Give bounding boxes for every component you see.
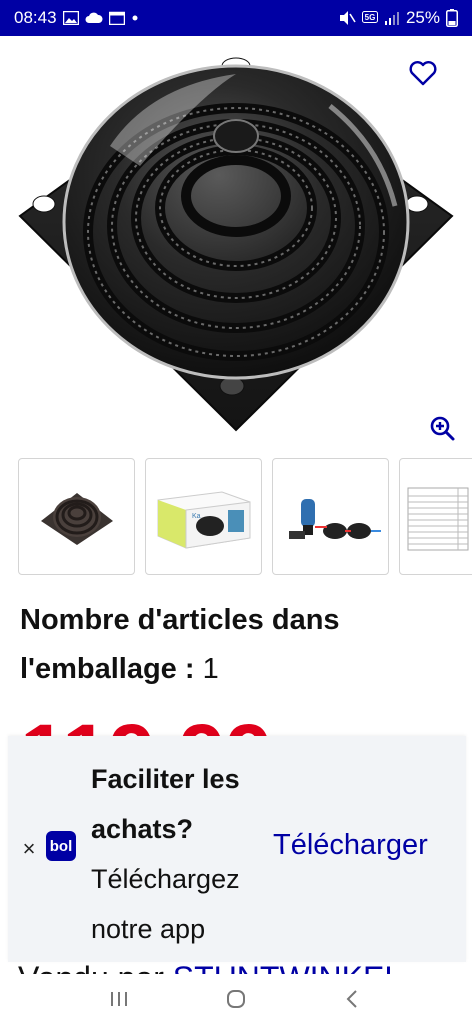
back-button[interactable]: [333, 979, 373, 1019]
price: 119,99: [20, 712, 272, 738]
banner-subtitle: Téléchargez notre app: [91, 864, 240, 944]
attribute-value: 1: [202, 653, 219, 685]
mute-icon: [338, 10, 356, 26]
banner-title: Faciliter les achats?: [91, 764, 240, 844]
thumbnail-4[interactable]: [399, 458, 472, 575]
thumbnail-1[interactable]: [18, 458, 135, 575]
system-nav-bar: [0, 974, 472, 1024]
attribute-label: Nombre d'articles dans l'emballage :: [20, 604, 340, 685]
zoom-in-icon: [430, 416, 455, 441]
network-5g-icon: 5G: [361, 11, 378, 25]
bol-logo: bol: [46, 831, 76, 861]
battery-level: 25%: [405, 8, 440, 27]
thumbnail-image: Ka: [157, 490, 250, 549]
app-download-banner: × bol Faciliter les achats? Téléchargez …: [8, 736, 466, 962]
recent-apps-icon: [110, 992, 127, 1006]
home-icon: [226, 990, 245, 1008]
back-icon: [346, 990, 358, 1008]
banner-text: Faciliter les achats? Téléchargez notre …: [91, 754, 281, 954]
thumbnail-image: [288, 498, 381, 539]
seller-prefix: Vendu par: [18, 962, 173, 974]
cloud-icon: [85, 12, 103, 24]
svg-text:Ka: Ka: [192, 513, 201, 520]
recent-apps-button[interactable]: [99, 979, 139, 1019]
svg-text:5G: 5G: [365, 13, 376, 22]
status-bar: 08:43 5G 25%: [0, 0, 472, 36]
battery-icon: [446, 9, 458, 27]
seller-line: Vendu par STUNTWINKEL: [18, 962, 402, 974]
heart-outline-icon: [409, 61, 437, 86]
gallery-icon: [62, 11, 79, 25]
thumbnail-2[interactable]: Ka: [145, 458, 262, 575]
zoom-button[interactable]: [428, 414, 456, 442]
clock: 08:43: [14, 8, 57, 27]
thumbnail-3[interactable]: [272, 458, 389, 575]
solar-heater-image: [18, 57, 454, 432]
favorite-button[interactable]: [408, 58, 438, 88]
seller-link[interactable]: STUNTWINKEL: [173, 962, 402, 974]
notification-dot-icon: [131, 14, 139, 22]
home-button[interactable]: [216, 979, 256, 1019]
product-image[interactable]: [0, 36, 472, 446]
calendar-icon: [108, 11, 125, 25]
signal-icon: [384, 11, 400, 25]
thumbnail-strip[interactable]: Ka: [18, 458, 472, 575]
close-banner-button[interactable]: ×: [20, 836, 38, 862]
thumbnail-image: [40, 492, 113, 545]
download-app-button[interactable]: Télécharger: [273, 829, 428, 862]
product-attribute: Nombre d'articles dans l'emballage : 1: [20, 596, 450, 694]
thumbnail-image: [407, 487, 469, 550]
